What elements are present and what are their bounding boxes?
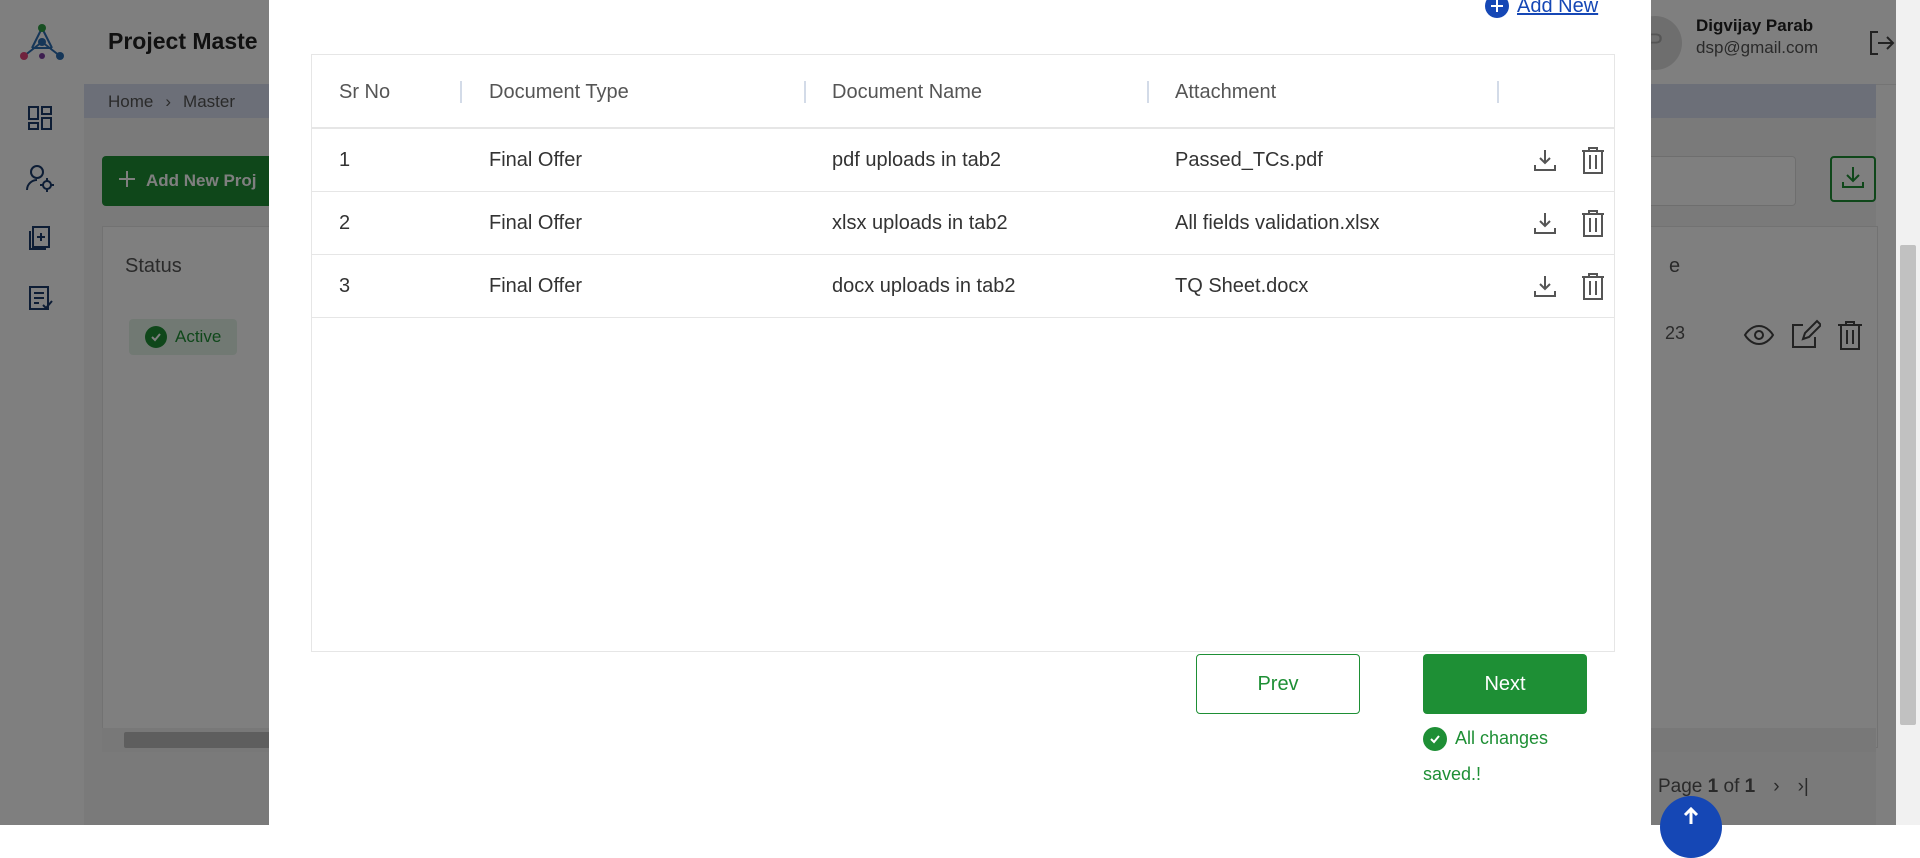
trash-icon[interactable] bbox=[1578, 145, 1608, 175]
sr-no-cell: 2 bbox=[339, 212, 351, 234]
documents-modal: Add New Sr No Document Type Document Nam… bbox=[269, 0, 1651, 825]
next-button[interactable]: Next bbox=[1423, 654, 1587, 714]
documents-table: Sr No Document Type Document Name Attach… bbox=[311, 54, 1615, 652]
sr-no-cell: 1 bbox=[339, 149, 351, 171]
document-type-cell: Final Offer bbox=[489, 149, 582, 171]
add-new-label: Add New bbox=[1517, 0, 1599, 17]
column-header-document-name: Document Name bbox=[832, 81, 983, 103]
document-name-cell: pdf uploads in tab2 bbox=[832, 149, 1002, 171]
arrow-up-icon bbox=[1681, 806, 1701, 831]
document-type-cell: Final Offer bbox=[489, 275, 582, 297]
check-circle-icon bbox=[1423, 727, 1447, 752]
sr-no-cell: 3 bbox=[339, 275, 351, 297]
row-actions bbox=[1530, 145, 1608, 175]
column-header-document-type: Document Type bbox=[489, 81, 629, 103]
save-status: All changes saved.! bbox=[1423, 720, 1573, 792]
table-row: 3 Final Offer docx uploads in tab2 TQ Sh… bbox=[312, 255, 1614, 318]
document-type-cell: Final Offer bbox=[489, 212, 582, 234]
add-new-link[interactable]: Add New bbox=[1485, 0, 1598, 18]
trash-icon[interactable] bbox=[1578, 208, 1608, 238]
download-icon[interactable] bbox=[1530, 271, 1560, 301]
download-icon[interactable] bbox=[1530, 208, 1560, 238]
table-header: Sr No Document Type Document Name Attach… bbox=[312, 55, 1614, 129]
plus-circle-icon bbox=[1485, 0, 1509, 18]
table-row: 2 Final Offer xlsx uploads in tab2 All f… bbox=[312, 192, 1614, 255]
table-row: 1 Final Offer pdf uploads in tab2 Passed… bbox=[312, 129, 1614, 192]
attachment-cell: Passed_TCs.pdf bbox=[1175, 149, 1323, 171]
column-header-attachment: Attachment bbox=[1175, 81, 1277, 103]
row-actions bbox=[1530, 208, 1608, 238]
attachment-cell: TQ Sheet.docx bbox=[1175, 275, 1309, 297]
document-name-cell: xlsx uploads in tab2 bbox=[832, 212, 1008, 234]
prev-button[interactable]: Prev bbox=[1196, 654, 1360, 714]
column-separator[interactable] bbox=[460, 81, 462, 103]
attachment-cell: All fields validation.xlsx bbox=[1175, 212, 1380, 234]
row-actions bbox=[1530, 271, 1608, 301]
scroll-top-button[interactable] bbox=[1660, 796, 1722, 858]
page-scroll-thumb[interactable] bbox=[1900, 245, 1916, 725]
page-scrollbar[interactable] bbox=[1896, 0, 1920, 825]
column-header-sr-no: Sr No bbox=[339, 81, 391, 103]
column-separator[interactable] bbox=[1147, 81, 1149, 103]
trash-icon[interactable] bbox=[1578, 271, 1608, 301]
column-separator[interactable] bbox=[804, 81, 806, 103]
column-separator[interactable] bbox=[1497, 81, 1499, 103]
document-name-cell: docx uploads in tab2 bbox=[832, 275, 1016, 297]
download-icon[interactable] bbox=[1530, 145, 1560, 175]
